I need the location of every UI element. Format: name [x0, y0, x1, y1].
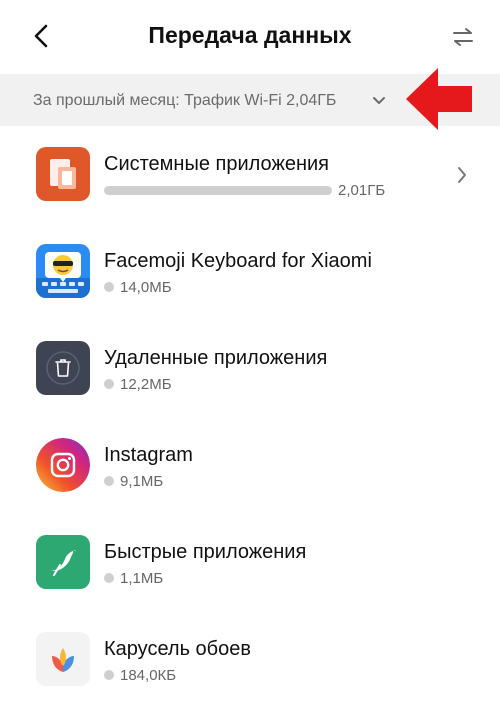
usage-value: 12,2МБ — [120, 375, 172, 393]
swap-arrows-icon — [453, 28, 473, 46]
app-name: Быстрые приложения — [104, 541, 307, 563]
list-item-quick-apps[interactable]: Быстрые приложения 1,1МБ — [0, 514, 500, 611]
wallpaper-carousel-icon — [36, 632, 90, 686]
app-name: Системные приложения — [104, 153, 329, 175]
list-item-system-apps[interactable]: Системные приложения 2,01ГБ — [0, 126, 500, 223]
chevron-down-icon — [373, 97, 385, 104]
usage-dot — [104, 670, 114, 680]
instagram-icon — [36, 438, 90, 492]
usage-value: 1,1МБ — [120, 569, 164, 587]
swap-button[interactable] — [450, 24, 476, 50]
usage-value: 14,0МБ — [120, 278, 172, 296]
page-title: Передача данных — [148, 22, 352, 48]
system-apps-icon — [36, 147, 90, 201]
list-item-wallpaper-carousel[interactable]: Карусель обоев 184,0КБ — [0, 611, 500, 708]
usage-bar — [104, 185, 332, 195]
usage-indicator: 12,2МБ — [104, 375, 172, 393]
usage-value: 2,01ГБ — [338, 181, 386, 199]
app-name: Facemoji Keyboard for Xiaomi — [104, 250, 372, 272]
app-name: Instagram — [104, 444, 193, 466]
period-filter-label: За прошлый месяц: Трафик Wi-Fi 2,04ГБ — [33, 92, 337, 109]
chevron-right-icon — [458, 167, 466, 183]
quick-apps-icon — [36, 535, 90, 589]
app-name: Удаленные приложения — [104, 347, 328, 369]
list-item-facemoji-keyboard[interactable]: Facemoji Keyboard for Xiaomi 14,0МБ — [0, 223, 500, 320]
usage-value: 9,1МБ — [120, 472, 164, 490]
usage-indicator: 184,0КБ — [104, 666, 177, 684]
usage-value: 184,0КБ — [120, 666, 177, 684]
usage-dot — [104, 379, 114, 389]
usage-dot — [104, 282, 114, 292]
list-item-instagram[interactable]: Instagram 9,1МБ — [0, 417, 500, 514]
app-name: Карусель обоев — [104, 638, 252, 660]
top-bar: Передача данных — [0, 0, 500, 72]
usage-dot — [104, 476, 114, 486]
usage-indicator: 14,0МБ — [104, 278, 172, 296]
red-annotation-arrow-icon — [406, 68, 472, 130]
deleted-apps-trash-icon — [36, 341, 90, 395]
usage-indicator: 2,01ГБ — [104, 181, 386, 199]
usage-indicator: 9,1МБ — [104, 472, 164, 490]
facemoji-keyboard-icon — [36, 244, 90, 298]
usage-dot — [104, 573, 114, 583]
usage-indicator: 1,1МБ — [104, 569, 164, 587]
list-item-deleted-apps[interactable]: Удаленные приложения 12,2МБ — [0, 320, 500, 417]
